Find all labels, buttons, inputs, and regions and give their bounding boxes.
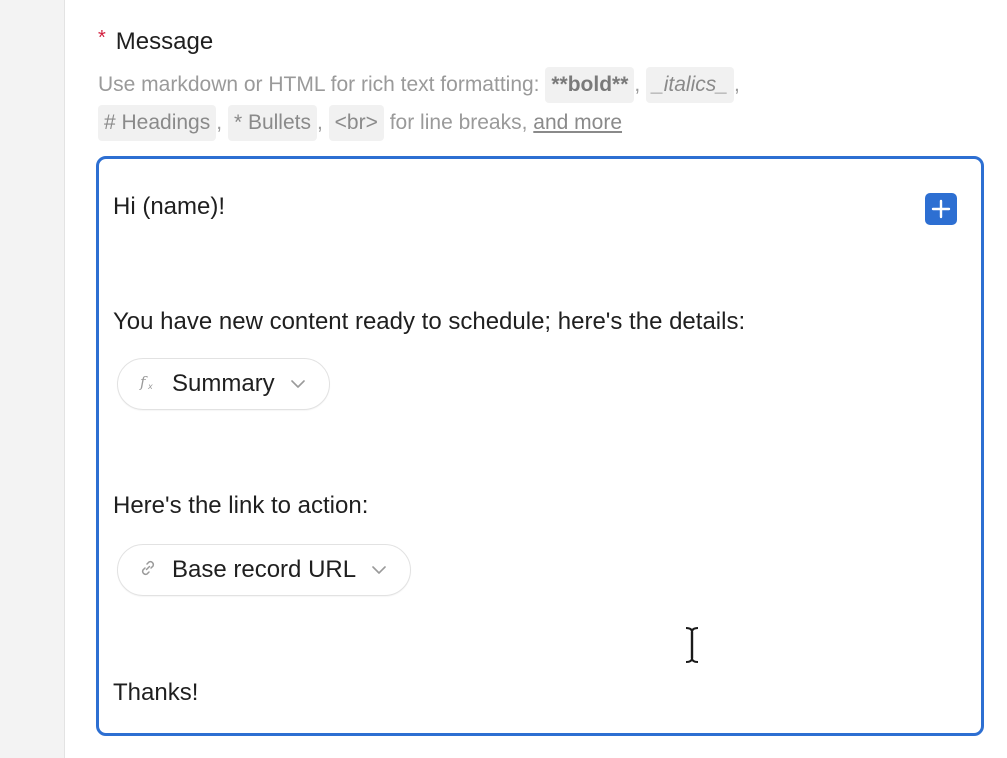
chevron-down-icon bbox=[370, 564, 388, 576]
separator-comma: , bbox=[316, 111, 323, 134]
chevron-down-icon bbox=[289, 378, 307, 390]
svg-text:x: x bbox=[147, 382, 153, 391]
insert-field-button[interactable] bbox=[925, 193, 957, 225]
editor-line-details: You have new content ready to schedule; … bbox=[113, 308, 746, 335]
link-icon bbox=[138, 558, 158, 583]
bold-code-sample: **bold** bbox=[545, 67, 635, 103]
summary-token-label: Summary bbox=[172, 370, 275, 397]
help-prefix: Use markdown or HTML for rich text forma… bbox=[98, 73, 540, 96]
separator-comma: , bbox=[733, 73, 740, 96]
text-cursor-icon bbox=[685, 627, 699, 663]
svg-text:f: f bbox=[139, 373, 148, 391]
plus-icon bbox=[931, 199, 951, 219]
italics-code-sample: _italics_ bbox=[646, 67, 734, 103]
separator-comma: , bbox=[216, 111, 223, 134]
editor-line-greeting: Hi (name)! bbox=[113, 193, 226, 220]
field-label-text: Message bbox=[115, 28, 214, 55]
bullets-code-sample: * Bullets bbox=[227, 105, 317, 141]
formatting-help-text: Use markdown or HTML for rich text forma… bbox=[98, 66, 938, 142]
required-marker: * bbox=[98, 26, 106, 49]
line-breaks-text: for line breaks, bbox=[389, 111, 528, 134]
formula-icon: f x bbox=[138, 372, 158, 397]
left-gutter bbox=[0, 0, 65, 758]
and-more-link[interactable]: and more bbox=[533, 111, 622, 134]
base-record-url-token-label: Base record URL bbox=[172, 556, 357, 583]
message-field-label: * Message bbox=[98, 26, 214, 56]
base-record-url-token[interactable]: Base record URL bbox=[117, 544, 412, 596]
message-editor[interactable]: Hi (name)! You have new content ready to… bbox=[96, 156, 984, 736]
br-code-sample: <br> bbox=[328, 105, 384, 141]
editor-line-link-intro: Here's the link to action: bbox=[113, 492, 369, 519]
editor-line-signoff: Thanks! bbox=[113, 679, 199, 706]
summary-token[interactable]: f x Summary bbox=[117, 358, 330, 410]
separator-comma: , bbox=[634, 73, 641, 96]
headings-code-sample: # Headings bbox=[98, 105, 217, 141]
